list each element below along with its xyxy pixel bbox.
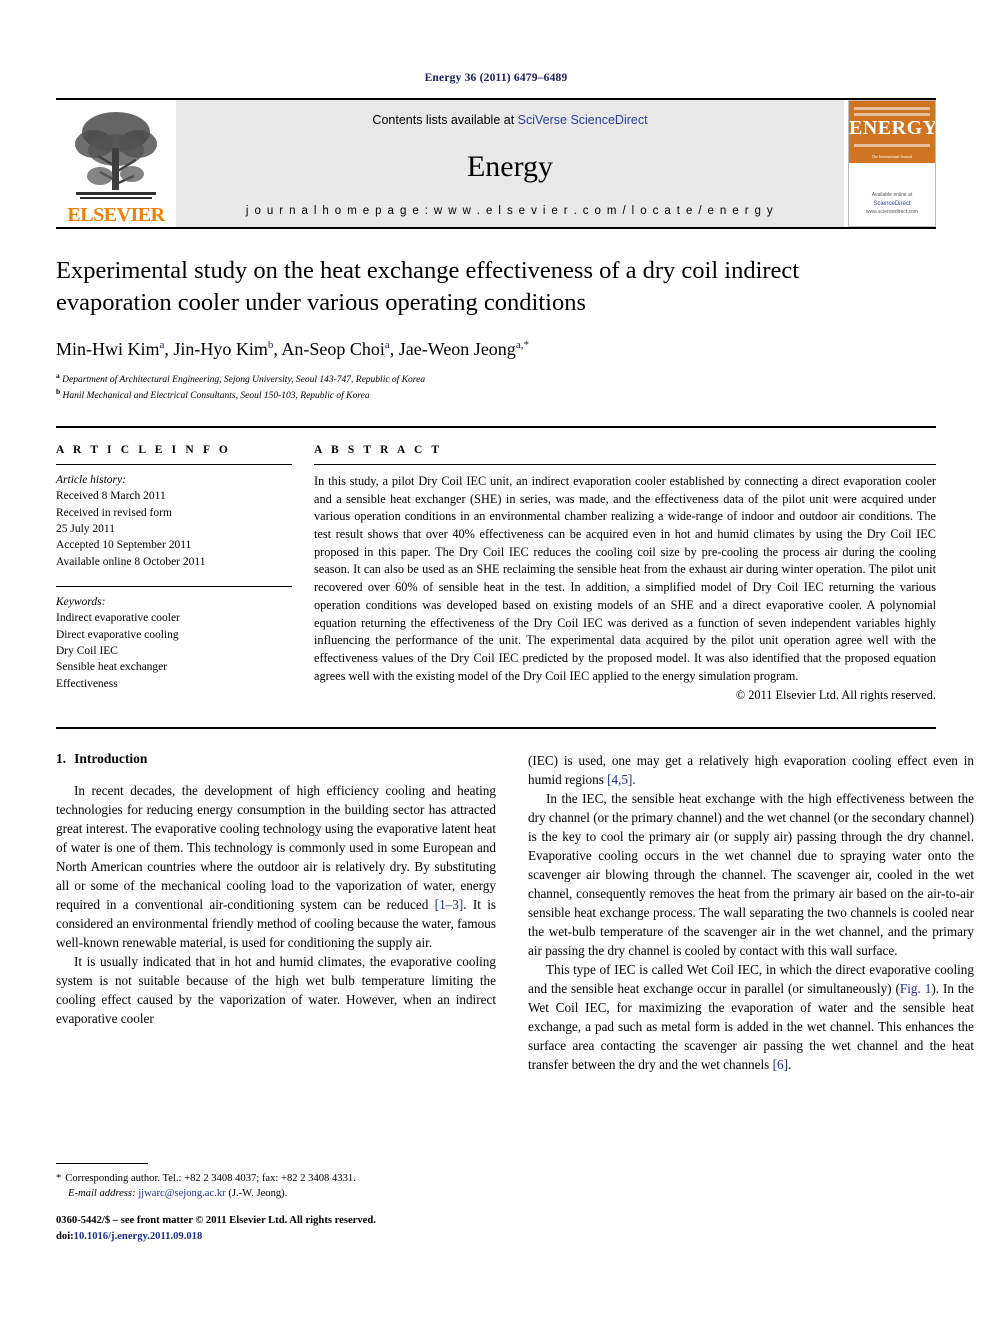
page-title: Experimental study on the heat exchange … [56,257,800,316]
citation-ref[interactable]: [4,5] [607,772,632,787]
history-item: Received in revised form [56,506,172,519]
running-head: Energy 36 (2011) 6479–6489 [424,72,568,84]
title-block: Experimental study on the heat exchange … [56,227,936,404]
elsevier-wordmark: ELSEVIER [67,204,165,226]
author-list: Min-Hwi Kima, Jin-Hyo Kimb, An-Seop Choi… [56,338,529,359]
page-footer: 0360-5442/$ – see front matter © 2011 El… [56,1213,496,1245]
paragraph: It is usually indicated that in hot and … [56,954,496,1027]
affiliations: a Department of Architectural Engineerin… [56,371,936,404]
citation-ref[interactable]: [1–3] [435,897,464,912]
footnote-star: * [56,1173,62,1184]
doi-line: doi:10.1016/j.energy.2011.09.018 [56,1229,496,1245]
footnote-line-1: * Corresponding author. Tel.: +82 2 3408 … [56,1171,496,1186]
affil-mark-a2: a [384,338,390,351]
section-heading-introduction: 1. Introduction [56,751,496,767]
citation-ref[interactable]: [6] [773,1057,788,1072]
keyword-item: Indirect evaporative cooler [56,612,180,625]
abstract-column: A B S T R A C T In this study, a pilot D… [314,444,936,703]
info-abstract-row: A R T I C L E I N F O Article history: R… [56,425,936,703]
sciencedirect-link[interactable]: SciVerse ScienceDirect [518,113,648,127]
corresponding-author-footnote: * Corresponding author. Tel.: +82 2 3408 … [56,1163,496,1202]
history-item: Received 8 March 2011 [56,490,166,503]
affiliation-a: a Department of Architectural Engineerin… [56,370,426,385]
cover-subtitle: The International Journal [871,154,913,159]
email-label: E-mail address: [68,1188,136,1200]
abstract-text: In this study, a pilot Dry Coil IEC unit… [314,473,936,683]
keyword-item: Dry Coil IEC [56,644,118,657]
body-columns: 1. Introduction In recent decades, the de… [56,727,974,1074]
section-title: Introduction [74,751,148,767]
journal-cover-thumbnail: ENERGY The International Journal Availab… [848,100,936,227]
abstract-heading: A B S T R A C T [314,443,443,456]
cover-art: ENERGY The International Journal [849,101,935,163]
affil-mark-b: b [267,338,274,351]
contents-prefix: Contents lists available at [372,113,518,127]
history-item: Available online 8 October 2011 [56,555,206,568]
footnote-line-2: E-mail address: jjwarc@sejong.ac.kr (J.-… [56,1186,496,1201]
cover-sciencedirect-logo: Available online at ScienceDirect www.sc… [849,192,935,216]
affil-mark-corresponding: a,* [515,338,529,351]
paragraph: This type of IEC is called Wet Coil IEC,… [528,962,975,1073]
article-history: Article history: Received 8 March 2011 R… [56,465,292,570]
elsevier-logo: ELSEVIER [56,100,176,227]
article-page: Energy 36 (2011) 6479–6489 ELSEVIER Cont… [0,0,992,1323]
cover-sd-url: www.sciencedirect.com [866,208,918,215]
footnote-rule [56,1163,148,1164]
paragraph: In the IEC, the sensible heat exchange w… [528,791,974,959]
cover-title: ENERGY [849,117,936,139]
keyword-item: Effectiveness [56,677,118,690]
paragraph: (IEC) is used, one may get a relatively … [528,753,974,788]
journal-masthead: ELSEVIER Contents lists available at Sci… [56,98,936,227]
history-item: 25 July 2011 [56,522,115,535]
email-owner: (J.-W. Jeong). [228,1188,288,1200]
masthead-center: Contents lists available at SciVerse Sci… [176,100,844,227]
paragraph: In recent decades, the development of hi… [56,783,496,951]
contents-available-line: Contents lists available at SciVerse Sci… [176,113,844,127]
email-link[interactable]: jjwarc@sejong.ac.kr [138,1188,225,1199]
cover-sd-name: ScienceDirect [873,200,911,207]
body-column-right: (IEC) is used, one may get a relatively … [528,751,974,1074]
history-item: Accepted 10 September 2011 [56,539,192,552]
keyword-item: Sensible heat exchanger [56,661,168,674]
article-history-label: Article history: [56,473,126,486]
doi-label: doi: [56,1230,74,1242]
figure-ref[interactable]: Fig. 1 [900,981,931,996]
doi-value[interactable]: 10.1016/j.energy.2011.09.018 [74,1231,203,1242]
article-info-column: A R T I C L E I N F O Article history: R… [56,444,292,703]
cover-available-note: Available online at [871,192,913,198]
affil-mark-a: a [159,338,165,351]
affiliation-a-text: Department of Architectural Engineering,… [62,374,426,385]
issn-copyright-line: 0360-5442/$ – see front matter © 2011 El… [56,1215,376,1226]
elsevier-tree-icon [70,106,162,204]
section-number: 1. [56,751,67,767]
journal-title: Energy [466,150,554,183]
body-column-left: 1. Introduction In recent decades, the de… [56,751,496,1074]
footnote-text: * Corresponding author. Tel.: +82 2 3408 … [56,1171,496,1202]
journal-homepage[interactable]: j o u r n a l h o m e p a g e : w w w . … [176,205,844,217]
article-info-heading: A R T I C L E I N F O [56,443,231,456]
abstract-copyright: © 2011 Elsevier Ltd. All rights reserved… [735,688,936,703]
keyword-item: Direct evaporative cooling [56,628,179,641]
corresponding-author-info: Corresponding author. Tel.: +82 2 3408 4… [65,1173,356,1184]
affiliation-b-text: Hanil Mechanical and Electrical Consulta… [62,391,370,402]
keywords-block: Keywords: Indirect evaporative cooler Di… [56,587,292,692]
affiliation-b: b Hanil Mechanical and Electrical Consul… [56,387,370,402]
keywords-label: Keywords: [56,595,106,608]
